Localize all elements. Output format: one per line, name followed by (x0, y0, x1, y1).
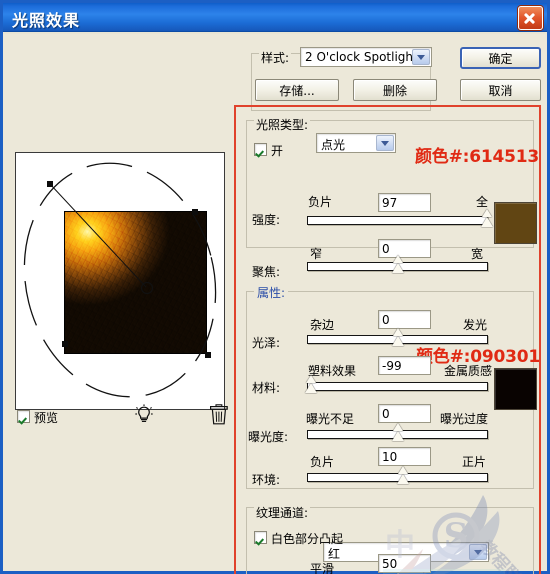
intensity-label: 强度: (252, 213, 281, 227)
window-title: 光照效果 (12, 11, 81, 30)
style-dropdown-value: 2 O'clock Spotlight (305, 50, 418, 64)
gloss-max-label: 发光 (463, 318, 488, 332)
intensity-slider[interactable] (307, 216, 488, 225)
properties-label: 属性: (254, 284, 289, 301)
white-raised-label: 白色部分凸起 (271, 532, 344, 546)
height-input[interactable] (378, 554, 431, 573)
titlebar: 光照效果 (3, 3, 547, 32)
window-frame: 光照效果 预览 样式: 2 O'clock Spotlight 存储... 删除… (0, 0, 550, 574)
lighting-effects-dialog: 光照效果 预览 样式: 2 O'clock Spotlight 存储... 删除… (0, 0, 550, 574)
focus-input[interactable] (378, 239, 431, 258)
exposure-label: 曝光度: (248, 430, 289, 444)
ok-button[interactable]: 确定 (460, 47, 541, 69)
chevron-down-icon[interactable] (412, 49, 430, 65)
ambience-input[interactable] (378, 447, 431, 466)
material-slider-thumb[interactable] (305, 375, 317, 393)
material-color-swatch[interactable] (494, 368, 537, 410)
light-color-swatch[interactable] (494, 202, 537, 244)
light-type-dropdown[interactable]: 点光 (316, 133, 396, 153)
close-icon[interactable] (518, 6, 543, 30)
chevron-down-icon[interactable] (469, 544, 487, 560)
intensity-max-label: 全 (476, 195, 489, 209)
annotation-color-1: 颜色#:614513 (415, 147, 540, 167)
exposure-min-label: 曝光不足 (306, 412, 355, 426)
height-min-label: 平滑 (310, 562, 335, 574)
save-button[interactable]: 存储... (255, 79, 339, 101)
preview-canvas[interactable] (15, 152, 225, 410)
focus-min-label: 窄 (310, 247, 323, 261)
style-dropdown[interactable]: 2 O'clock Spotlight (300, 47, 432, 67)
trash-icon[interactable] (210, 404, 228, 425)
material-slider[interactable] (307, 382, 488, 391)
ambience-slider-thumb[interactable] (397, 466, 409, 484)
exposure-max-label: 曝光过度 (440, 412, 489, 426)
focus-slider-thumb[interactable] (392, 255, 404, 273)
light-ellipse-overlay[interactable] (16, 153, 224, 409)
gloss-slider-thumb[interactable] (392, 328, 404, 346)
lightbulb-icon[interactable] (135, 404, 153, 424)
gloss-min-label: 杂边 (310, 318, 335, 332)
light-on-checkbox[interactable] (254, 143, 267, 156)
material-label: 材料: (252, 381, 281, 395)
style-label: 样式: (259, 49, 292, 66)
focus-label: 聚焦: (252, 265, 281, 279)
focus-max-label: 宽 (471, 247, 484, 261)
delete-button[interactable]: 删除 (353, 79, 437, 101)
light-type-label: 光照类型: (254, 116, 311, 133)
intensity-min-label: 负片 (308, 195, 333, 209)
ambience-min-label: 负片 (310, 455, 335, 469)
intensity-input[interactable] (378, 193, 431, 212)
exposure-input[interactable] (378, 404, 431, 423)
exposure-slider-thumb[interactable] (392, 423, 404, 441)
ambience-max-label: 正片 (462, 455, 487, 469)
ambience-label: 环境: (252, 473, 281, 487)
texture-channel-label: 纹理通道: (254, 504, 311, 521)
preview-checkbox[interactable] (17, 410, 30, 423)
white-raised-checkbox[interactable] (254, 531, 267, 544)
material-max-label: 金属质感 (444, 364, 493, 378)
gloss-input[interactable] (378, 310, 431, 329)
light-type-dropdown-value: 点光 (321, 138, 346, 152)
preview-checkbox-label: 预览 (34, 411, 59, 425)
gloss-label: 光泽: (252, 336, 281, 350)
intensity-slider-thumb[interactable] (481, 209, 493, 227)
material-input[interactable] (378, 356, 431, 375)
cancel-button[interactable]: 取消 (460, 79, 541, 101)
dialog-body: 预览 样式: 2 O'clock Spotlight 存储... 删除 确定 取… (3, 32, 547, 574)
light-on-label: 开 (271, 144, 284, 158)
chevron-down-icon[interactable] (376, 135, 394, 151)
